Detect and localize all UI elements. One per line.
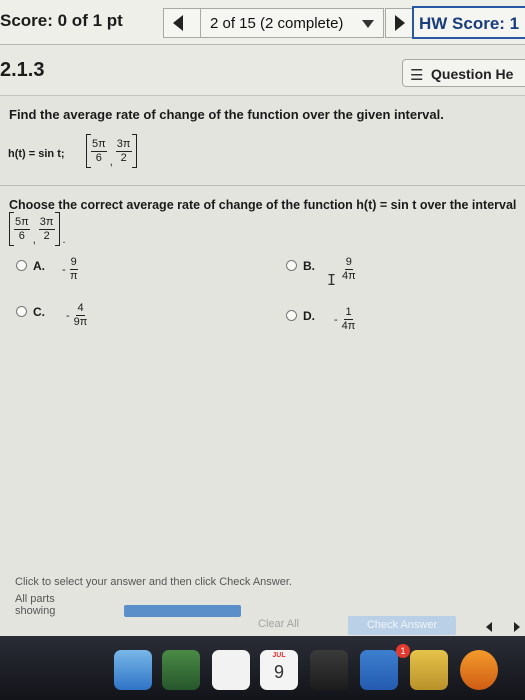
list-icon: ☰ [410,67,424,84]
interval-end-den: 2 [43,229,50,242]
photos-icon[interactable] [310,650,348,690]
option-c-num: 4 [76,302,85,316]
interval-start: 5π 6 [14,216,30,243]
option-c-sign: - [66,309,70,322]
question-header: 2.1.3 ☰ Question He [0,45,525,96]
option-b-value: 9 4π [338,256,356,283]
calendar-month: JUL [272,652,286,659]
option-a-num: 9 [69,256,78,270]
divider [200,9,201,37]
parts-line-1: All parts [15,593,55,605]
option-a-letter: A. [33,259,45,273]
interval-expression: 5π 6 , 3π 2 [86,134,137,168]
option-d-value: - 1 4π [334,306,355,333]
previous-question-button[interactable] [173,15,183,31]
question-prompt: Find the average rate of change of the f… [9,107,444,122]
parts-line-2: showing [15,605,56,617]
option-a-den: π [69,270,78,282]
question-number: 2.1.3 [0,59,45,81]
question-dropdown-icon[interactable] [362,20,374,28]
answer-instruction: Click to select your answer and then cli… [15,576,292,588]
interval-start-den: 6 [18,229,25,242]
question-panel: Find the average rate of change of the f… [0,96,525,636]
interval-start-num: 5π [14,215,30,230]
question-counter[interactable]: 2 of 15 (2 complete) [210,15,343,32]
option-d-num: 1 [344,306,353,320]
finder-icon[interactable] [114,650,152,690]
option-a-fraction: 9 π [69,256,78,283]
notification-badge: 1 [396,644,410,658]
option-b-radio[interactable] [286,260,297,271]
calendar-icon[interactable]: JUL 9 [260,650,298,690]
firefox-icon[interactable] [460,650,498,690]
period: . [62,234,66,246]
option-c-radio[interactable] [16,306,27,317]
interval-end: 3π 2 [115,137,132,165]
option-c-letter: C. [33,305,45,319]
check-answer-button[interactable]: Check Answer [348,616,456,635]
choose-instruction: Choose the correct average rate of chang… [9,198,517,212]
interval-end-num: 3π [115,137,132,152]
option-d-radio[interactable] [286,310,297,321]
notes-icon[interactable] [410,650,448,690]
question-navigator: 2 of 15 (2 complete) [163,8,384,38]
comma: , [32,234,36,246]
top-bar: Score: 0 of 1 pt 2 of 15 (2 complete) HW… [0,0,525,45]
option-c-fraction: 4 9π [74,302,88,329]
next-question-button[interactable] [385,8,413,38]
clear-all-button[interactable]: Clear All [258,618,299,630]
question-help-button[interactable]: ☰ Question He [402,59,525,87]
option-b-num: 9 [344,256,353,270]
option-d-sign: - [334,313,338,326]
comma: , [109,156,113,168]
option-a-value: - 9 π [62,256,78,283]
option-a[interactable]: A. - 9 π [16,256,116,286]
divider [0,185,525,186]
parts-showing: All parts showing [15,593,55,617]
option-b-den: 4π [342,270,356,282]
progress-bar [124,605,241,617]
option-d-letter: D. [303,309,315,323]
option-a-radio[interactable] [16,260,27,271]
previous-page-icon[interactable] [486,622,492,632]
option-b-fraction: 9 4π [342,256,356,283]
option-a-sign: - [62,263,66,276]
right-bracket [54,212,60,246]
interval-start-den: 6 [95,151,102,164]
question-help-label: Question He [431,66,514,82]
hw-score-box: HW Score: 1 [412,6,525,39]
option-d-den: 4π [341,320,356,332]
interval-expression-repeat: 5π 6 , 3π 2 . [9,212,69,246]
option-c-den: 9π [73,316,88,328]
interval-end-den: 2 [120,151,127,164]
dock: JUL 9 1 [0,636,525,700]
option-c-value: - 4 9π [66,302,87,329]
app-store-icon[interactable] [360,650,398,690]
dashboard-icon[interactable] [162,650,200,690]
interval-end: 3π 2 [38,215,55,243]
preview-icon[interactable] [212,650,250,690]
hw-score-label: HW Score: 1 [419,14,520,33]
option-d-fraction: 1 4π [342,306,356,333]
option-c[interactable]: C. - 4 9π [16,302,116,332]
calendar-day: 9 [273,662,284,682]
interval-start: 5π 6 [91,138,107,165]
right-bracket [131,134,137,168]
score-label: Score: 0 of 1 pt [0,11,123,30]
option-b-letter: B. [303,259,315,273]
next-page-icon[interactable] [514,622,520,632]
interval-start-num: 5π [91,137,107,152]
play-right-icon [395,15,405,31]
function-definition: h(t) = sin t; [8,148,65,160]
text-cursor-icon: I [327,271,337,289]
option-d[interactable]: D. - 1 4π [286,306,386,336]
interval-end-num: 3π [38,215,55,230]
